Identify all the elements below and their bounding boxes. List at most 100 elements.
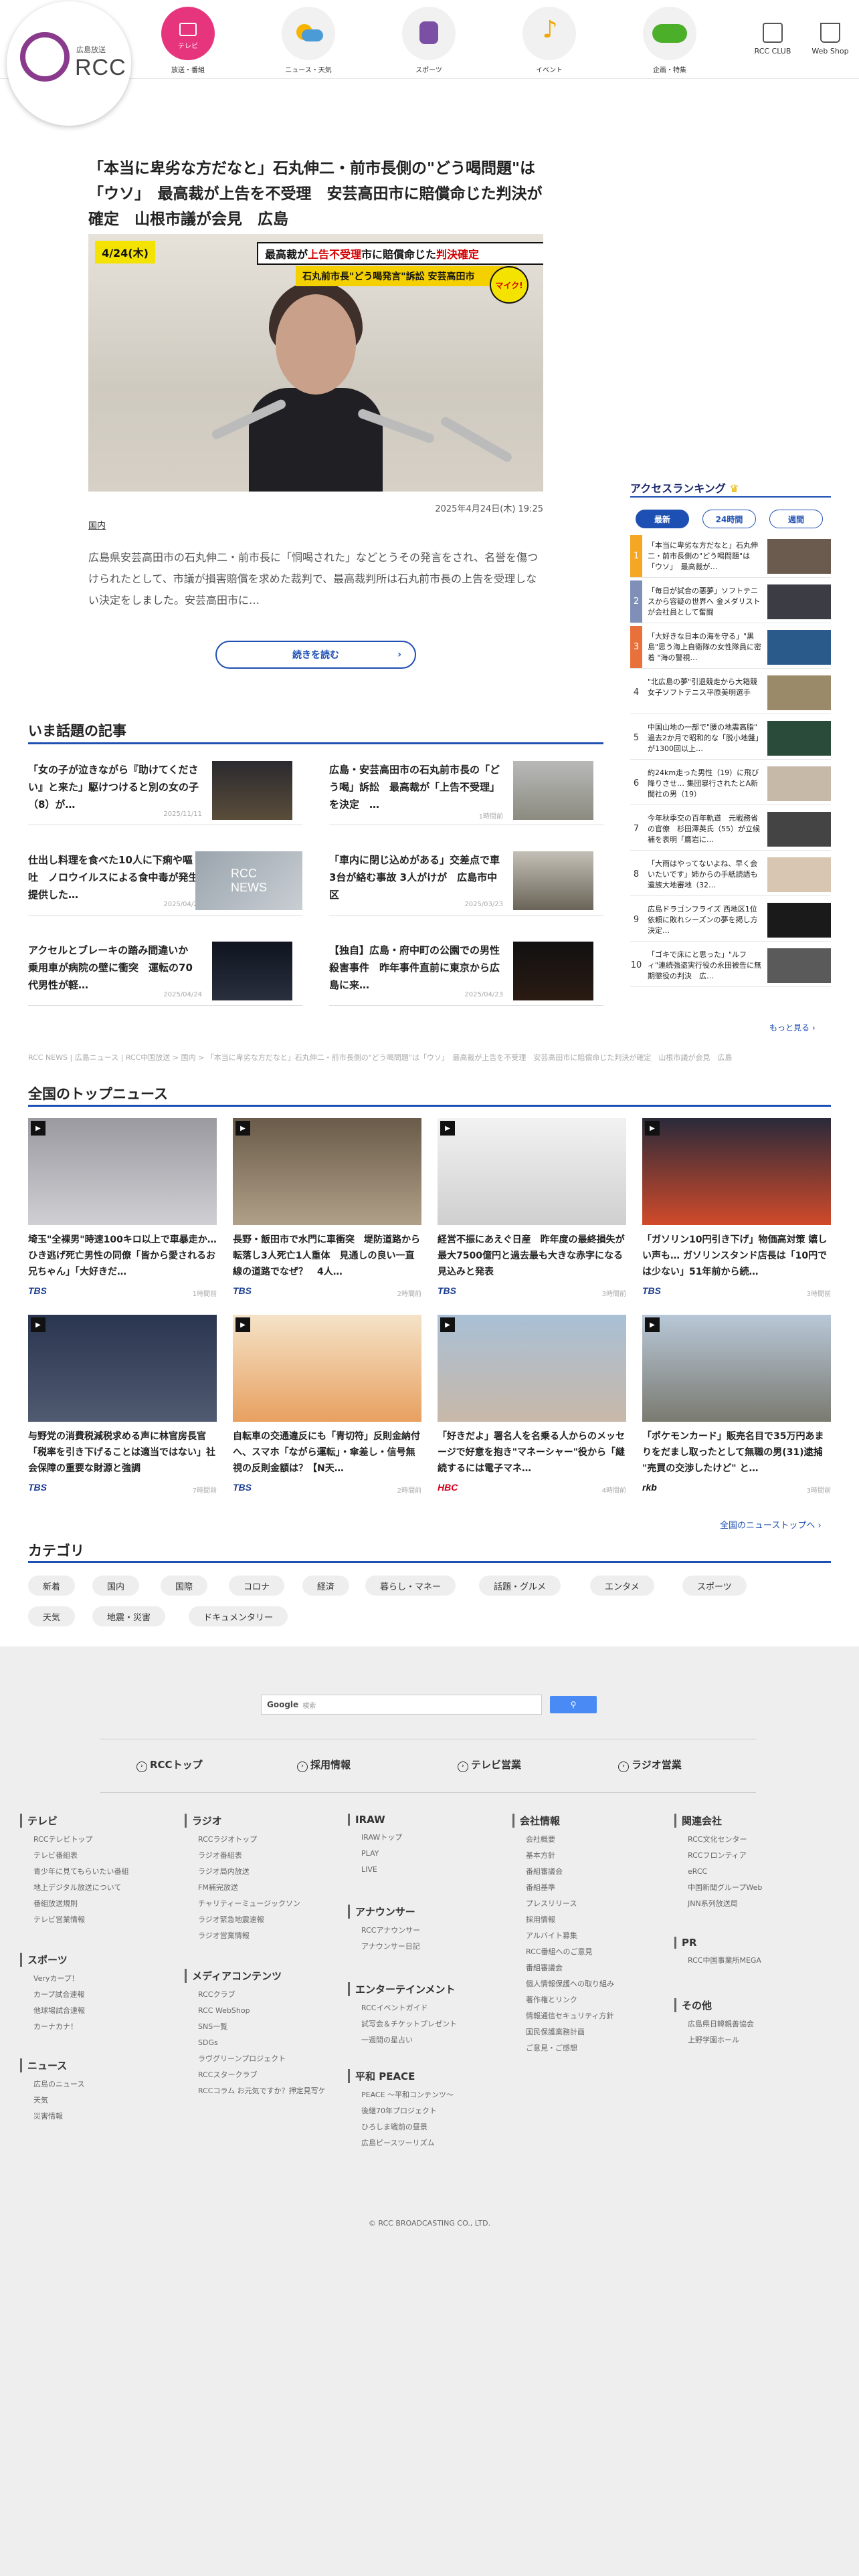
ranking-item[interactable]: 2 「毎日が試合の悪夢」ソフトテニスから容疑の世界へ 金メダリストが会社員として奮… bbox=[630, 580, 831, 623]
category-chip[interactable]: 国際 bbox=[161, 1576, 208, 1596]
search-input[interactable]: Google 検索 bbox=[261, 1695, 542, 1715]
category-chip[interactable]: 暮らし・マネー bbox=[365, 1576, 456, 1596]
footer-link[interactable]: ラジオ緊急地震速報 bbox=[185, 1912, 345, 1928]
footer-nav-link[interactable]: › 採用情報 bbox=[297, 1757, 351, 1772]
popular-item[interactable]: 【独自】広島・府中町の公園での男性殺害事件 昨年事件直前に東京から広島に来… 2… bbox=[329, 936, 603, 1006]
footer-link[interactable]: 番組放送規則 bbox=[20, 1896, 181, 1912]
category-chip[interactable]: 国内 bbox=[92, 1576, 140, 1596]
nav-news-weather[interactable]: ニュース・天気 bbox=[272, 7, 345, 74]
nav-sports[interactable]: スポーツ bbox=[392, 7, 466, 74]
ranking-more-link[interactable]: もっと見る › bbox=[769, 1022, 816, 1033]
ranking-item[interactable]: 5 中国山地の一部で"腰の地震高脂" 過去2か月で昭和的な「脱小地盤」が1300回… bbox=[630, 717, 831, 760]
ranking-item[interactable]: 7 今年秋季交の百年軌道 元戦務省の官僚 杉田澤英氏（55）が立候補を表明「鷹岩に… bbox=[630, 808, 831, 851]
ranking-item[interactable]: 3 「大好きな日本の海を守る」"黒島"思う海上自衛隊の女性隊員に密着 "海の警視… bbox=[630, 626, 831, 669]
rcc-logo[interactable]: 広島放送 RCC bbox=[7, 1, 131, 126]
category-chip[interactable]: ドキュメンタリー bbox=[189, 1606, 288, 1626]
footer-link[interactable]: テレビ営業情報 bbox=[20, 1912, 181, 1928]
footer-link[interactable]: PLAY bbox=[348, 1846, 508, 1862]
footer-link[interactable]: 一週間の星占い bbox=[348, 2032, 508, 2048]
footer-link[interactable]: RCC中国事業所MEGA bbox=[674, 1953, 835, 1969]
footer-link[interactable]: 地上デジタル放送について bbox=[20, 1880, 181, 1896]
footer-link[interactable]: RCCアナウンサー bbox=[348, 1923, 508, 1939]
national-news-card[interactable]: ▶ 自転車の交通違反にも「青切符」反則金納付へ、スマホ「ながら運転」・傘差し・信号… bbox=[233, 1315, 421, 1502]
footer-link[interactable]: 災害情報 bbox=[20, 2109, 181, 2125]
ranking-item[interactable]: 9 広島ドラゴンフライズ 西地区1位依頼に敗れシーズンの夢を掲し方決定… bbox=[630, 899, 831, 942]
footer-link[interactable]: 採用情報 bbox=[512, 1912, 673, 1928]
footer-link[interactable]: FM補完放送 bbox=[185, 1880, 345, 1896]
footer-link[interactable]: RCCイベントガイド bbox=[348, 2000, 508, 2016]
footer-link[interactable]: RCC番組へのご意見 bbox=[512, 1944, 673, 1960]
footer-link[interactable]: アナウンサー日記 bbox=[348, 1939, 508, 1955]
nav-events[interactable]: ♪ イベント bbox=[512, 7, 586, 74]
popular-item[interactable]: 仕出し料理を食べた10人に下痢や嘔吐 ノロウイルスによる食中毒が発生 提供した…… bbox=[28, 846, 302, 916]
footer-link[interactable]: 上野学園ホール bbox=[674, 2032, 835, 2048]
footer-link[interactable]: 基本方針 bbox=[512, 1848, 673, 1864]
footer-link[interactable]: ひろしま戦前の昼景 bbox=[348, 2119, 508, 2135]
category-chip[interactable]: 話題・グルメ bbox=[479, 1576, 561, 1596]
footer-link[interactable]: プレスリリース bbox=[512, 1896, 673, 1912]
ranking-tab-24h[interactable]: 24時間 bbox=[702, 510, 756, 528]
nav-features[interactable]: 企画・特集 bbox=[633, 7, 706, 74]
footer-link[interactable]: 会社概要 bbox=[512, 1832, 673, 1848]
footer-link[interactable]: カーナカナ！ bbox=[20, 2019, 181, 2035]
footer-nav-link[interactable]: › ラジオ営業 bbox=[618, 1757, 682, 1772]
footer-link[interactable]: RCCスタークラブ bbox=[185, 2067, 345, 2083]
category-chip[interactable]: コロナ bbox=[229, 1576, 285, 1596]
category-chip[interactable]: 新着 bbox=[28, 1576, 76, 1596]
footer-link[interactable]: ご意見・ご感想 bbox=[512, 2040, 673, 2056]
ranking-item[interactable]: 10 「ゴキで床にと思った」"ルフィ"連続強盗実行役の永田被告に無期懲役の判決 広… bbox=[630, 944, 831, 987]
footer-link[interactable]: SNS一覧 bbox=[185, 2019, 345, 2035]
footer-link[interactable]: 後継70年プロジェクト bbox=[348, 2103, 508, 2119]
ranking-item[interactable]: 6 約24km走った男性（19）に飛び降りさせ… 集団暴行されたとA新聞社の男（1… bbox=[630, 762, 831, 805]
footer-link[interactable]: 個人情報保護への取り組み bbox=[512, 1976, 673, 1992]
footer-link[interactable]: 他球場試合速報 bbox=[20, 2003, 181, 2019]
category-chip[interactable]: スポーツ bbox=[682, 1576, 747, 1596]
search-button[interactable]: ⚲ bbox=[550, 1696, 597, 1713]
footer-nav-link[interactable]: › テレビ営業 bbox=[458, 1757, 521, 1772]
footer-link[interactable]: Veryカープ！ bbox=[20, 1971, 181, 1987]
footer-link[interactable]: チャリティーミュージックソン bbox=[185, 1896, 345, 1912]
footer-link[interactable]: PEACE ～平和コンテンツ～ bbox=[348, 2087, 508, 2103]
category-chip[interactable]: 天気 bbox=[28, 1606, 76, 1626]
footer-link[interactable]: 中国新聞グループWeb bbox=[674, 1880, 835, 1896]
category-chip[interactable]: エンタメ bbox=[590, 1576, 654, 1596]
footer-link[interactable]: 広島県日韓親善協会 bbox=[674, 2016, 835, 2032]
ranking-tab-weekly[interactable]: 週間 bbox=[769, 510, 823, 528]
footer-link[interactable]: アルバイト募集 bbox=[512, 1928, 673, 1944]
popular-item[interactable]: アクセルとブレーキの踏み間違いか 乗用車が病院の壁に衝突 運転の70代男性が軽…… bbox=[28, 936, 302, 1006]
ranking-item[interactable]: 1 「本当に卑劣な方だなと」石丸伸二・前市長側の"どう喝問題"は「ウソ」 最高裁が… bbox=[630, 535, 831, 578]
nav-broadcast[interactable]: テレビ 放送・番組 bbox=[151, 7, 225, 74]
footer-link[interactable]: eRCC bbox=[674, 1864, 835, 1880]
footer-link[interactable]: テレビ番組表 bbox=[20, 1848, 181, 1864]
national-news-card[interactable]: ▶ 与野党の消費税減税求める声に林官房長官「税率を引き下げることは適当ではない」社… bbox=[28, 1315, 217, 1502]
footer-link[interactable]: JNN系列放送局 bbox=[674, 1896, 835, 1912]
footer-link[interactable]: 広島ピースツーリズム bbox=[348, 2135, 508, 2151]
footer-link[interactable]: 著作権とリンク bbox=[512, 1992, 673, 2008]
footer-link[interactable]: SDGs bbox=[185, 2035, 345, 2051]
popular-item[interactable]: 「車内に閉じ込めがある」交差点で車3台が絡む事故 3人がけが 広島市中区 202… bbox=[329, 846, 603, 916]
footer-link[interactable]: 国民保護業務計画 bbox=[512, 2024, 673, 2040]
footer-link[interactable]: 番組審議会 bbox=[512, 1960, 673, 1976]
ranking-tab-latest[interactable]: 最新 bbox=[636, 510, 689, 528]
footer-link[interactable]: カープ試合速報 bbox=[20, 1987, 181, 2003]
footer-link[interactable]: ラヴグリーンプロジェクト bbox=[185, 2051, 345, 2067]
national-news-card[interactable]: ▶ 経営不振にあえぐ日産 昨年度の最終損失が最大7500億円と過去最も大きな赤字に… bbox=[438, 1118, 626, 1305]
ranking-item[interactable]: 4 "北広島の夢"引退競走から大箱競 女子ソフトテニス平原美明選手 bbox=[630, 671, 831, 714]
popular-item[interactable]: 「女の子が泣きながら『助けてください』と来た」駆けつけると別の女の子（8）が… … bbox=[28, 756, 302, 825]
footer-nav-link[interactable]: › RCCトップ bbox=[136, 1757, 203, 1772]
webshop-link[interactable]: Web Shop bbox=[807, 23, 854, 56]
popular-item[interactable]: 広島・安芸高田市の石丸前市長の「どう喝」訴訟 最高裁が「上告不受理」を決定 … … bbox=[329, 756, 603, 825]
category-chip[interactable]: 経済 bbox=[302, 1576, 350, 1596]
footer-link[interactable]: ラジオ番組表 bbox=[185, 1848, 345, 1864]
breadcrumb[interactable]: RCC NEWS | 広島ニュース | RCC中国放送 > 国内 > 「本当に卑… bbox=[28, 1052, 831, 1063]
national-news-card[interactable]: ▶ 「ポケモンカード」販売名目で35万円あまりをだまし取ったとして無職の男(31)… bbox=[642, 1315, 831, 1502]
footer-link[interactable]: RCCコラム お元気ですか？押定見写ケ bbox=[185, 2083, 345, 2099]
footer-link[interactable]: RCCテレビトップ bbox=[20, 1832, 181, 1848]
footer-link[interactable]: IRAWトップ bbox=[348, 1830, 508, 1846]
footer-link[interactable]: RCCフロンティア bbox=[674, 1848, 835, 1864]
footer-link[interactable]: RCC文化センター bbox=[674, 1832, 835, 1848]
rcc-club-link[interactable]: RCC CLUB bbox=[749, 23, 796, 56]
ranking-item[interactable]: 8 「大雨はやってないよね、早く会いたいです」姉からの手紙読語も 遺族大地審地（3… bbox=[630, 853, 831, 896]
national-news-card[interactable]: ▶ 「好きだよ」署名人を名乗る人からのメッセージで好意を抱き"マネーシャー"役から… bbox=[438, 1315, 626, 1502]
footer-link[interactable]: ラジオ局内放送 bbox=[185, 1864, 345, 1880]
